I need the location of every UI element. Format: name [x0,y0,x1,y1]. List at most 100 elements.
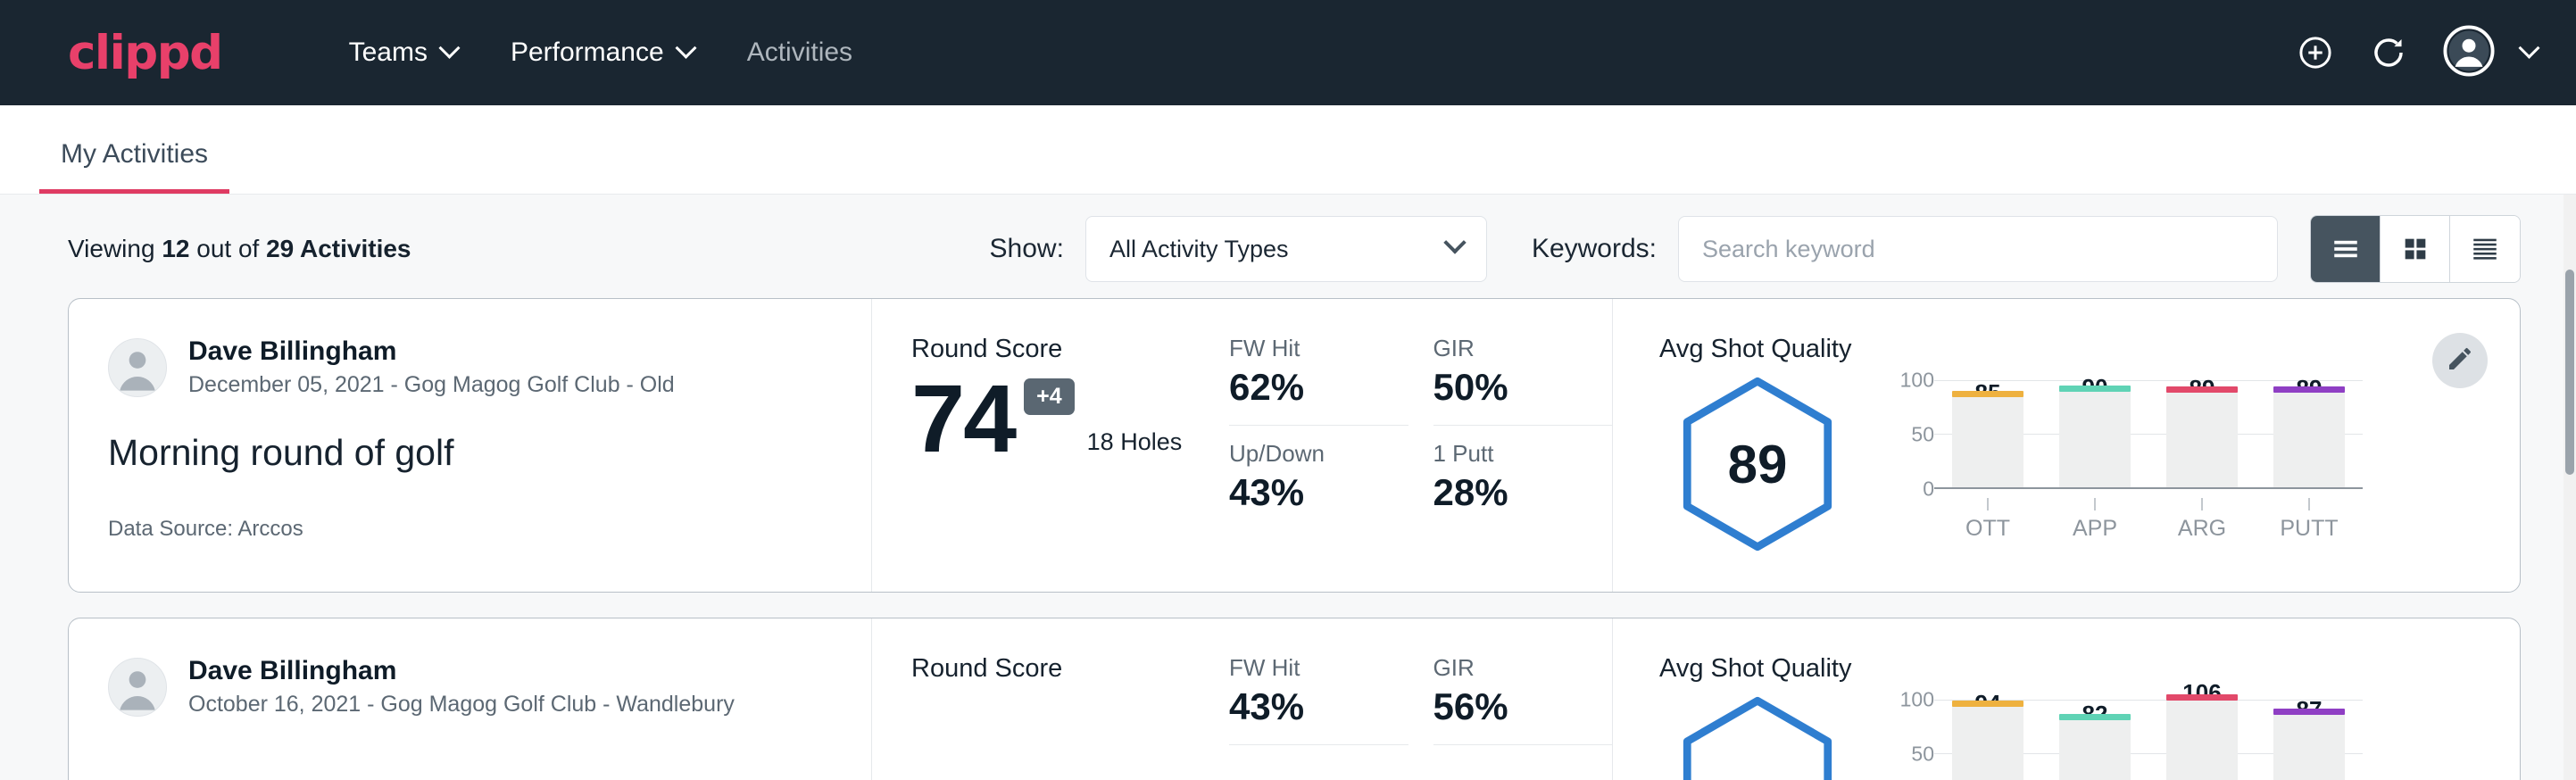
x-label-app: APP [2059,516,2131,542]
stat-up-down-label: Up/Down [1229,440,1384,468]
tab-my-activities[interactable]: My Activities [39,139,229,194]
stat-gir-value: 56% [1433,685,1588,728]
bar-slot-arg: 106 [2166,700,2238,780]
score-to-par-badge: +4 [1024,378,1075,415]
activity-info-column: Dave Billingham October 16, 2021 - Gog M… [69,618,872,780]
chevron-down-icon [675,37,696,58]
x-label-putt: PUTT [2273,516,2345,542]
filter-toolbar: Viewing 12 out of 29 Activities Show: Al… [0,195,2576,298]
pencil-icon [2446,344,2474,378]
stat-fw-hit-label: FW Hit [1229,335,1384,362]
activity-meta: December 05, 2021 - Gog Magog Golf Club … [188,370,675,401]
show-label: Show: [990,234,1064,264]
bar-cap-app [2059,386,2131,392]
activity-card[interactable]: Dave Billingham October 16, 2021 - Gog M… [68,618,2521,780]
bar-cap-ott [1952,701,2023,707]
bar-slot-ott: 94 [1952,700,2023,780]
stat-gir: GIR 56% [1433,654,1613,745]
y-tick-100: 100 [1900,369,1934,393]
x-tick-arg: ARG [2166,498,2238,542]
bar-cap-ott [1952,391,2023,397]
stat-gir-label: GIR [1433,654,1588,682]
viewing-total: 29 Activities [266,235,411,262]
nav-item-teams-label: Teams [349,37,428,68]
nav-item-performance[interactable]: Performance [484,37,720,68]
bar-app [2059,719,2131,780]
chart-plot-area: 85 90 [1934,380,2363,489]
grid-view-button[interactable] [2381,216,2450,282]
view-mode-toggle-group [2310,215,2521,283]
avg-shot-quality-label: Avg Shot Quality [1659,335,2520,364]
avatar [108,658,167,717]
detail-view-button[interactable] [2450,216,2520,282]
list-view-button[interactable] [2311,216,2381,282]
bar-slot-app: 82 [2059,700,2131,780]
stat-fw-hit: FW Hit 62% [1229,335,1408,426]
bar-ott [1952,706,2023,780]
avg-shot-quality-body: 89 100 50 0 [1659,364,2520,552]
activity-type-select[interactable]: All Activity Types [1085,216,1487,282]
x-label-ott: OTT [1952,516,2023,542]
nav-actions [2297,25,2537,81]
viewing-summary: Viewing 12 out of 29 Activities [68,235,411,263]
nav-item-performance-label: Performance [511,37,664,68]
activity-card[interactable]: Dave Billingham December 05, 2021 - Gog … [68,298,2521,593]
y-tick-50: 50 [1911,423,1934,447]
x-label-arg: ARG [2166,516,2238,542]
app-logo[interactable]: clippd [68,29,222,77]
bar-cap-putt [2273,386,2345,393]
nav-item-activities[interactable]: Activities [720,37,879,68]
stat-gir: GIR 50% [1433,335,1613,426]
user-menu[interactable] [2443,25,2537,81]
nav-item-teams[interactable]: Teams [322,37,484,68]
activity-person: Dave Billingham October 16, 2021 - Gog M… [108,654,871,719]
activity-list: Dave Billingham December 05, 2021 - Gog … [0,298,2576,780]
avg-shot-quality-body: 100 50 0 94 [1659,684,2520,780]
person-name: Dave Billingham [188,654,735,688]
viewing-mid: out of [189,235,266,262]
bar-cap-putt [2273,709,2345,715]
round-score-value-row: 74 +4 18 Holes [911,373,1229,465]
bar-slot-putt: 89 [2273,380,2345,487]
plus-circle-icon[interactable] [2297,34,2334,71]
round-score-value: 74 [911,373,1015,465]
x-tick-putt: PUTT [2273,498,2345,542]
activity-data-source: Data Source: Arccos [108,517,871,542]
tick-mark [2201,498,2203,510]
scrollbar-thumb[interactable] [2565,270,2574,475]
chart-bars: 85 90 [1934,380,2363,487]
stat-up-down: Up/Down 43% [1229,440,1408,514]
bar-cap-app [2059,714,2131,720]
stat-one-putt: 1 Putt 28% [1433,440,1613,514]
nav-item-activities-label: Activities [747,37,852,68]
bar-slot-app: 90 [2059,380,2131,487]
bar-cap-arg [2166,694,2238,701]
chevron-down-icon [438,37,460,58]
search-input[interactable] [1678,216,2278,282]
refresh-icon[interactable] [2370,34,2407,71]
edit-activity-button[interactable] [2432,333,2488,388]
account-avatar-icon [2443,25,2495,81]
bar-arg [2166,392,2238,487]
quality-score-value [1679,696,1836,780]
quality-score-value: 89 [1679,377,1836,552]
y-tick-50: 50 [1911,743,1934,767]
stat-one-putt-label: 1 Putt [1433,440,1588,468]
chevron-down-icon [1443,231,1466,253]
x-tick-app: APP [2059,498,2131,542]
shot-quality-bar-chart: 100 50 0 94 [1886,700,2363,780]
x-tick-ott: OTT [1952,498,2023,542]
vertical-scrollbar[interactable] [2564,195,2576,780]
stat-fw-hit-value: 43% [1229,685,1384,728]
stat-fw-hit: FW Hit 43% [1229,654,1408,745]
tick-mark [2094,498,2096,510]
y-tick-0: 0 [1923,477,1934,502]
chart-plot-area: 94 82 [1934,700,2363,780]
bar-putt [2273,714,2345,780]
bar-app [2059,391,2131,487]
avatar [108,338,167,397]
top-navigation-bar: clippd Teams Performance Activities [0,0,2576,105]
chart-y-axis: 100 50 0 [1886,380,1934,489]
activity-type-value: All Activity Types [1109,236,1289,263]
stat-gir-value: 50% [1433,366,1588,409]
